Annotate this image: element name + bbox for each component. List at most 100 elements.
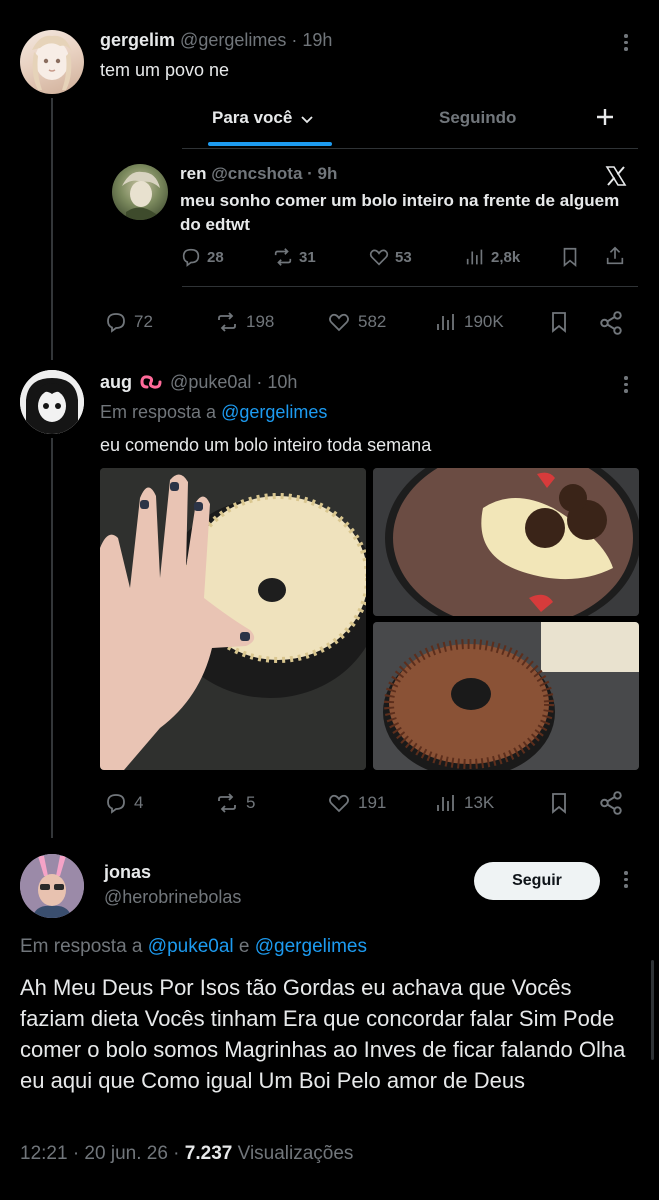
user-handle[interactable]: @gergelimes: [180, 30, 286, 50]
reply-context: Em resposta a @gergelimes: [100, 402, 327, 423]
heart-icon: [326, 791, 352, 815]
analytics-icon: [434, 310, 458, 334]
display-name[interactable]: ren: [180, 164, 206, 183]
like-count: 53: [395, 248, 412, 266]
share-icon[interactable]: [598, 310, 624, 341]
repost-button[interactable]: 5: [214, 791, 255, 815]
heart-icon: [326, 310, 352, 334]
thread-line: [51, 438, 53, 838]
like-count: 191: [358, 793, 387, 812]
bookmark-icon[interactable]: [547, 791, 571, 820]
mention-link[interactable]: @gergelimes: [255, 936, 367, 957]
thread-line: [51, 98, 53, 360]
scrollbar[interactable]: [651, 960, 654, 1060]
views-label: Visualizações: [237, 1143, 354, 1164]
tweet-timestamp[interactable]: 12:21 · 20 jun. 26 ·: [20, 1143, 180, 1164]
embedded-tab-bar: Para você Seguindo: [182, 100, 638, 146]
bookmark-icon[interactable]: [559, 246, 581, 273]
follow-button[interactable]: Seguir: [474, 862, 600, 900]
views-button[interactable]: 2,8k: [464, 246, 520, 268]
like-count: 582: [358, 312, 387, 331]
display-name[interactable]: gergelim: [100, 30, 175, 50]
avatar[interactable]: [20, 854, 84, 918]
user-handle[interactable]: @herobrinebolas: [104, 887, 241, 908]
like-button[interactable]: 53: [368, 246, 412, 268]
photo-illustration: [100, 468, 366, 770]
repost-button[interactable]: 198: [214, 310, 274, 334]
views-button[interactable]: 13K: [434, 791, 494, 815]
like-button[interactable]: 191: [326, 791, 386, 815]
view-count: 2,8k: [491, 248, 521, 266]
plus-icon[interactable]: [596, 108, 614, 131]
display-name[interactable]: aug: [100, 372, 132, 392]
divider: [182, 148, 638, 149]
bookmark-icon[interactable]: [547, 310, 571, 339]
view-count: 13K: [464, 793, 495, 812]
avatar-illustration: [32, 35, 72, 90]
media-photo-chocolate-donut-cake[interactable]: [373, 622, 639, 770]
user-handle[interactable]: @cncshota: [211, 164, 302, 183]
photo-illustration: [373, 622, 639, 770]
repost-count: 31: [299, 248, 316, 266]
repost-button[interactable]: 31: [272, 246, 316, 268]
repost-icon: [214, 791, 240, 815]
tweet-text: eu comendo um bolo inteiro toda semana: [100, 435, 432, 455]
mention-link[interactable]: @puke0al: [148, 936, 234, 957]
tab-for-you[interactable]: Para você: [212, 108, 313, 129]
avatar[interactable]: [20, 30, 84, 94]
avatar-illustration: [122, 171, 160, 220]
photo-illustration: [373, 468, 639, 616]
ribbon-emoji-icon: [139, 373, 163, 396]
tweet-text: tem um povo ne: [100, 60, 230, 80]
avatar[interactable]: [20, 370, 84, 434]
tab-following[interactable]: Seguindo: [439, 108, 516, 128]
divider: [182, 286, 638, 287]
reply-count: 72: [134, 312, 153, 331]
view-count: 190K: [464, 312, 504, 331]
embedded-tweet-header: ren @cncshota · 9h: [180, 164, 337, 184]
reply-count: 4: [134, 793, 144, 812]
tab-for-you-label: Para você: [212, 108, 293, 127]
more-options-icon[interactable]: [624, 871, 628, 888]
reply-button[interactable]: 28: [180, 246, 224, 268]
heart-icon: [368, 246, 390, 268]
avatar-illustration: [20, 370, 84, 434]
reply-prefix: Em resposta a: [20, 936, 143, 957]
repost-count: 5: [246, 793, 256, 812]
reply-button[interactable]: 72: [104, 310, 153, 334]
display-name[interactable]: jonas: [104, 862, 151, 883]
tweet-header: aug @puke0al · 10h: [100, 372, 297, 396]
reply-icon: [104, 791, 128, 815]
reply-count: 28: [207, 248, 224, 266]
reply-prefix: Em resposta a: [100, 402, 217, 422]
tweet-time[interactable]: · 10h: [256, 372, 297, 392]
user-handle[interactable]: @puke0al: [170, 372, 251, 392]
chevron-down-icon: [301, 109, 313, 129]
reply-context: Em resposta a @puke0al e @gergelimes: [20, 936, 367, 958]
repost-icon: [272, 246, 294, 268]
tweet-header: gergelim @gergelimes · 19h: [100, 30, 332, 51]
analytics-icon: [464, 246, 486, 268]
reply-button[interactable]: 4: [104, 791, 143, 815]
avatar[interactable]: [112, 164, 168, 220]
more-options-icon[interactable]: [624, 376, 628, 393]
embedded-tweet-text: meu sonho comer um bolo inteiro na frent…: [180, 191, 620, 234]
tweet-text: Ah Meu Deus Por Isos tão Gordas eu achav…: [20, 975, 626, 1093]
mention-link[interactable]: @gergelimes: [221, 402, 327, 422]
views-button[interactable]: 190K: [434, 310, 504, 334]
reply-icon: [180, 246, 202, 268]
more-options-icon[interactable]: [624, 34, 628, 51]
media-photo-chocolate-cake[interactable]: [373, 468, 639, 616]
share-icon[interactable]: [598, 790, 624, 821]
tweet-time[interactable]: · 19h: [291, 30, 332, 50]
share-icon[interactable]: [604, 245, 626, 272]
repost-count: 198: [246, 312, 275, 331]
like-button[interactable]: 582: [326, 310, 386, 334]
tweet-time[interactable]: · 9h: [307, 164, 337, 183]
repost-icon: [214, 310, 240, 334]
analytics-icon: [434, 791, 458, 815]
active-tab-indicator: [208, 142, 332, 146]
reply-icon: [104, 310, 128, 334]
media-photo-hand-cake[interactable]: [100, 468, 366, 770]
reply-conjunction: e: [238, 936, 250, 957]
